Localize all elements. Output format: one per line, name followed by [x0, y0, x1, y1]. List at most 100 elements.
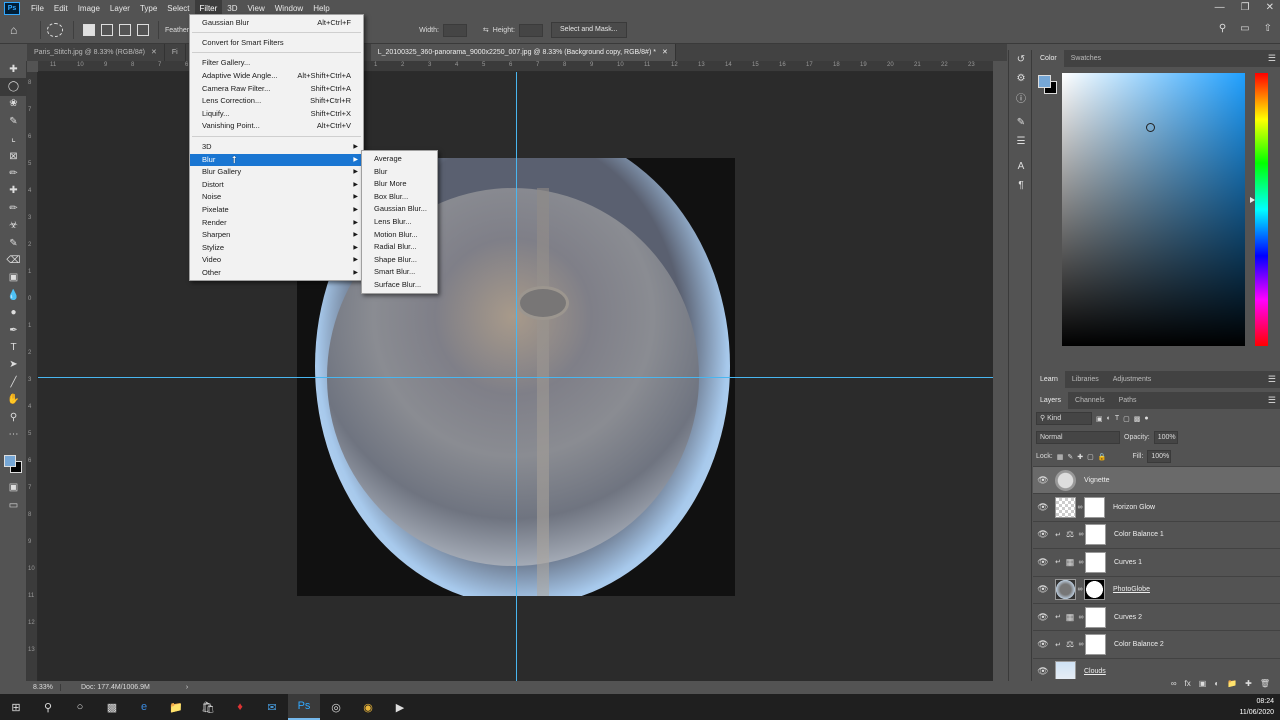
layer-name[interactable]: Clouds: [1084, 668, 1106, 675]
path-selection-tool-icon[interactable]: ➤: [0, 357, 27, 374]
submenu-item-gaussian-blur[interactable]: Gaussian Blur...: [362, 203, 437, 216]
paragraph-icon[interactable]: ¶: [1009, 176, 1033, 195]
close-tab-icon[interactable]: ✕: [662, 49, 668, 56]
visibility-eye-icon[interactable]: 👁: [1033, 529, 1053, 540]
workspace-icon[interactable]: ▭: [1240, 23, 1249, 34]
eyedropper-tool-icon[interactable]: ✏: [0, 165, 27, 182]
windows-start-icon[interactable]: ⊞: [0, 694, 32, 720]
layer-name[interactable]: PhotoGlobe: [1113, 586, 1150, 593]
brush-tool-icon[interactable]: ✏: [0, 200, 27, 217]
menu-item-vanishing-point[interactable]: Vanishing Point... Alt+Ctrl+V: [190, 120, 363, 133]
doc-tab-partial[interactable]: Fi: [164, 44, 186, 61]
submenu-item-average[interactable]: Average: [362, 153, 437, 166]
menu-item-render[interactable]: Render ▶: [190, 217, 363, 230]
lasso-tool-icon[interactable]: ❀: [0, 96, 27, 113]
foreground-color-swatch[interactable]: [4, 455, 16, 467]
visibility-eye-icon[interactable]: 👁: [1033, 639, 1053, 650]
submenu-item-radial-blur[interactable]: Radial Blur...: [362, 241, 437, 254]
menu-item-other[interactable]: Other ▶: [190, 267, 363, 280]
line-tool-icon[interactable]: ╱: [0, 374, 27, 391]
crop-tool-icon[interactable]: ⌞: [0, 131, 27, 148]
canvas-area[interactable]: [38, 72, 993, 681]
quick-mask-icon[interactable]: ▣: [0, 479, 27, 496]
history-brush-tool-icon[interactable]: ✎: [0, 235, 27, 252]
menu-file[interactable]: File: [26, 0, 49, 17]
visibility-eye-icon[interactable]: 👁: [1033, 666, 1053, 677]
menu-item-camera-raw-filter[interactable]: Camera Raw Filter... Shift+Ctrl+A: [190, 83, 363, 96]
delete-layer-icon[interactable]: 🗑: [1260, 679, 1270, 693]
menu-item-pixelate[interactable]: Pixelate ▶: [190, 204, 363, 217]
menu-item-stylize[interactable]: Stylize ▶: [190, 242, 363, 255]
healing-brush-tool-icon[interactable]: ✚: [0, 183, 27, 200]
link-layers-icon[interactable]: ∞: [1171, 679, 1177, 693]
move-tool-icon[interactable]: ✚: [0, 61, 27, 78]
store-icon[interactable]: 🛍: [192, 694, 224, 720]
visibility-eye-icon[interactable]: 👁: [1033, 502, 1053, 513]
visibility-eye-icon[interactable]: 👁: [1033, 475, 1053, 486]
blend-mode-select[interactable]: Normal: [1036, 431, 1120, 444]
file-explorer-icon[interactable]: 📁: [160, 694, 192, 720]
blur-tool-icon[interactable]: 💧: [0, 287, 27, 304]
add-selection-icon[interactable]: [101, 24, 113, 36]
tab-paths[interactable]: Paths: [1112, 392, 1144, 409]
pen-tool-icon[interactable]: ✒: [0, 322, 27, 339]
layer-kind-select[interactable]: ⚲ Kind: [1036, 412, 1092, 425]
info-icon[interactable]: ⓘ: [1009, 88, 1033, 107]
screen-mode-icon[interactable]: ▭: [0, 497, 27, 514]
chrome-icon[interactable]: ◉: [352, 694, 384, 720]
submenu-item-box-blur[interactable]: Box Blur...: [362, 191, 437, 204]
app-icon[interactable]: ♦: [224, 694, 256, 720]
frame-tool-icon[interactable]: ⊠: [0, 148, 27, 165]
character-icon[interactable]: A: [1009, 157, 1033, 176]
opacity-field[interactable]: 100%: [1153, 431, 1178, 444]
menu-item-adaptive-wide-angle[interactable]: Adaptive Wide Angle... Alt+Shift+Ctrl+A: [190, 70, 363, 83]
menu-item-noise[interactable]: Noise ▶: [190, 191, 363, 204]
submenu-item-surface-blur[interactable]: Surface Blur...: [362, 279, 437, 292]
system-clock[interactable]: 08:24 11/06/2020: [1239, 696, 1274, 718]
layer-row-vignette[interactable]: 👁 Vignette: [1033, 466, 1280, 494]
mail-icon[interactable]: ✉: [256, 694, 288, 720]
new-selection-icon[interactable]: [83, 24, 95, 36]
layer-row-horizon-glow[interactable]: 👁 ∞ Horizon Glow: [1033, 493, 1280, 520]
submenu-item-smart-blur[interactable]: Smart Blur...: [362, 266, 437, 279]
menu-item-sharpen[interactable]: Sharpen ▶: [190, 229, 363, 242]
visibility-eye-icon[interactable]: 👁: [1033, 612, 1053, 623]
layer-row-color-balance-2[interactable]: 👁 ↵ ⚖ ∞ Color Balance 2: [1033, 630, 1280, 657]
layer-name[interactable]: Vignette: [1084, 477, 1110, 484]
submenu-item-blur[interactable]: Blur: [362, 166, 437, 179]
add-mask-icon[interactable]: ▣: [1199, 679, 1207, 693]
tab-swatches[interactable]: Swatches: [1064, 50, 1108, 67]
eraser-tool-icon[interactable]: ⌫: [0, 252, 27, 269]
filter-smart-icon[interactable]: ▩: [1134, 415, 1141, 423]
menu-image[interactable]: Image: [73, 0, 105, 17]
home-icon[interactable]: ⌂: [10, 23, 24, 37]
type-tool-icon[interactable]: T: [0, 339, 27, 356]
dodge-tool-icon[interactable]: ●: [0, 304, 27, 321]
tab-color[interactable]: Color: [1033, 50, 1064, 67]
select-and-mask-button[interactable]: Select and Mask...: [550, 22, 627, 38]
sliders-icon[interactable]: ☰: [1009, 132, 1033, 151]
submenu-item-shape-blur[interactable]: Shape Blur...: [362, 254, 437, 267]
status-menu-arrow[interactable]: ›: [186, 684, 188, 691]
lock-pixels-icon[interactable]: ▦: [1057, 453, 1064, 461]
tab-libraries[interactable]: Libraries: [1065, 371, 1106, 388]
filter-toggle-icon[interactable]: ●: [1144, 415, 1148, 422]
tab-channels[interactable]: Channels: [1068, 392, 1112, 409]
menu-item-blur[interactable]: Blur ▶: [190, 153, 363, 167]
layer-row-color-balance-1[interactable]: 👁 ↵ ⚖ ∞ Color Balance 1: [1033, 520, 1280, 548]
new-layer-icon[interactable]: ✚: [1245, 679, 1252, 693]
subtract-selection-icon[interactable]: [119, 24, 131, 36]
menu-item-video[interactable]: Video ▶: [190, 254, 363, 267]
minimize-icon[interactable]: —: [1215, 2, 1225, 13]
layer-name[interactable]: Color Balance 1: [1114, 531, 1164, 538]
filter-pixel-icon[interactable]: ▣: [1096, 415, 1103, 423]
zoom-level[interactable]: 8.33%: [27, 684, 61, 691]
menu-item-3d[interactable]: 3D ▶: [190, 141, 363, 154]
clone-stamp-tool-icon[interactable]: ☣: [0, 218, 27, 235]
layer-row-curves-2[interactable]: 👁 ↵ ▦ ∞ Curves 2: [1033, 602, 1280, 630]
share-icon[interactable]: ⇧: [1264, 23, 1272, 34]
menu-item-blur-gallery[interactable]: Blur Gallery ▶: [190, 166, 363, 179]
search-icon[interactable]: ⚲: [1219, 23, 1226, 34]
layer-name[interactable]: Color Balance 2: [1114, 641, 1164, 648]
submenu-item-lens-blur[interactable]: Lens Blur...: [362, 216, 437, 229]
